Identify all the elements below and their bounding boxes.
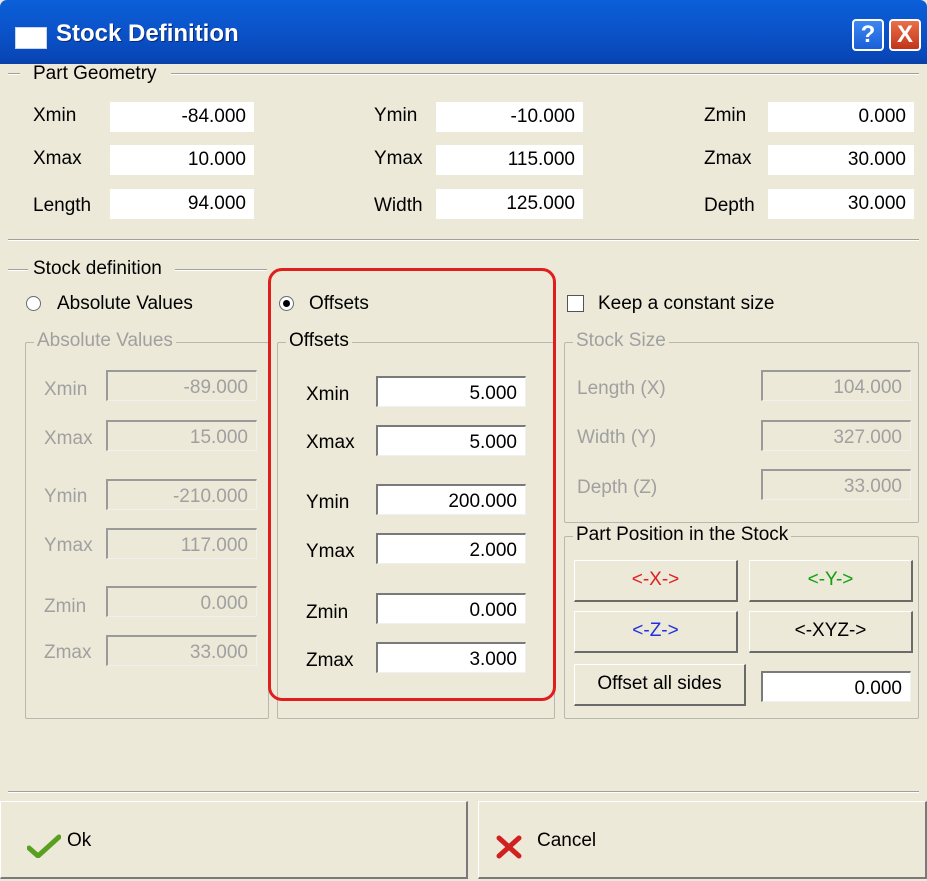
pg-width-label: Width [374, 195, 423, 216]
stock-definition-caption: Stock definition [33, 258, 162, 279]
absolute-values-radio[interactable] [26, 296, 41, 311]
abs-xmin-label: Xmin [44, 379, 88, 400]
pg-length-value: 94.000 [110, 189, 254, 219]
section-divider [8, 239, 919, 241]
cancel-button[interactable]: Cancel [478, 801, 927, 879]
window-title: Stock Definition [56, 20, 239, 47]
abs-ymax-field: 117.000 [106, 528, 257, 559]
part-position-caption: Part Position in the Stock [573, 524, 792, 546]
pg-xmax-value: 10.000 [110, 145, 254, 175]
pg-ymax-value: 115.000 [436, 145, 583, 175]
pg-xmin-value: -84.000 [110, 102, 254, 132]
pg-zmin-label: Zmin [704, 105, 747, 126]
stock-definition-rule-right [175, 269, 267, 271]
close-button[interactable]: X [889, 19, 921, 51]
pg-ymin-value: -10.000 [436, 102, 583, 132]
abs-xmax-field: 15.000 [106, 420, 257, 451]
ok-button[interactable]: Ok [0, 801, 468, 879]
abs-zmin-label: Zmin [44, 596, 87, 617]
center-y-button[interactable]: <-Y-> [749, 560, 913, 602]
footer-divider [8, 791, 919, 793]
part-geometry-rule-right [171, 73, 919, 75]
keep-constant-checkbox[interactable] [567, 295, 584, 312]
ok-label: Ok [67, 830, 92, 851]
size-depth-field: 33.000 [761, 469, 911, 500]
pg-zmax-label: Zmax [704, 148, 752, 169]
size-width-field: 327.000 [761, 420, 911, 451]
keep-constant-label[interactable]: Keep a constant size [598, 293, 774, 315]
pg-depth-label: Depth [704, 195, 755, 216]
pg-zmax-value: 30.000 [768, 145, 914, 175]
offset-all-sides-button[interactable]: Offset all sides [574, 664, 746, 706]
absolute-values-radio-label[interactable]: Absolute Values [57, 293, 193, 315]
window-icon [15, 27, 47, 49]
abs-zmax-field: 33.000 [106, 635, 257, 666]
abs-zmax-label: Zmax [44, 642, 92, 663]
pg-depth-value: 30.000 [768, 189, 914, 219]
absolute-values-caption: Absolute Values [34, 330, 176, 352]
size-width-label: Width (Y) [577, 427, 657, 448]
abs-xmin-field: -89.000 [106, 370, 257, 401]
center-z-button[interactable]: <-Z-> [574, 611, 738, 653]
pg-xmin-label: Xmin [33, 105, 77, 126]
size-length-field: 104.000 [761, 370, 911, 401]
pg-ymax-label: Ymax [374, 148, 423, 169]
pg-width-value: 125.000 [436, 189, 583, 219]
pg-zmin-value: 0.000 [768, 102, 914, 132]
offset-all-sides-input[interactable]: 0.000 [761, 671, 911, 702]
stock-size-caption: Stock Size [573, 330, 669, 352]
pg-length-label: Length [33, 195, 92, 216]
pg-xmax-label: Xmax [33, 148, 82, 169]
help-button[interactable]: ? [852, 19, 884, 51]
abs-zmin-field: 0.000 [106, 586, 257, 617]
part-geometry-rule-left [8, 73, 20, 75]
cancel-label: Cancel [537, 830, 597, 851]
center-x-button[interactable]: <-X-> [574, 560, 738, 602]
abs-ymin-field: -210.000 [106, 479, 257, 510]
stock-definition-dialog: Stock Definition ? X Part Geometry Xmin … [0, 0, 927, 881]
center-xyz-button[interactable]: <-XYZ-> [749, 611, 913, 653]
cancel-x-icon [496, 835, 522, 859]
size-depth-label: Depth (Z) [577, 477, 658, 498]
checkmark-icon [27, 834, 61, 858]
abs-ymin-label: Ymin [44, 486, 88, 507]
size-length-label: Length (X) [577, 378, 666, 399]
abs-ymax-label: Ymax [44, 535, 93, 556]
pg-ymin-label: Ymin [374, 105, 418, 126]
part-geometry-caption: Part Geometry [33, 63, 157, 84]
abs-xmax-label: Xmax [44, 428, 93, 449]
offsets-highlight-annotation [268, 268, 556, 701]
stock-definition-rule-left [8, 269, 28, 271]
title-bar[interactable]: Stock Definition ? X [0, 0, 927, 64]
